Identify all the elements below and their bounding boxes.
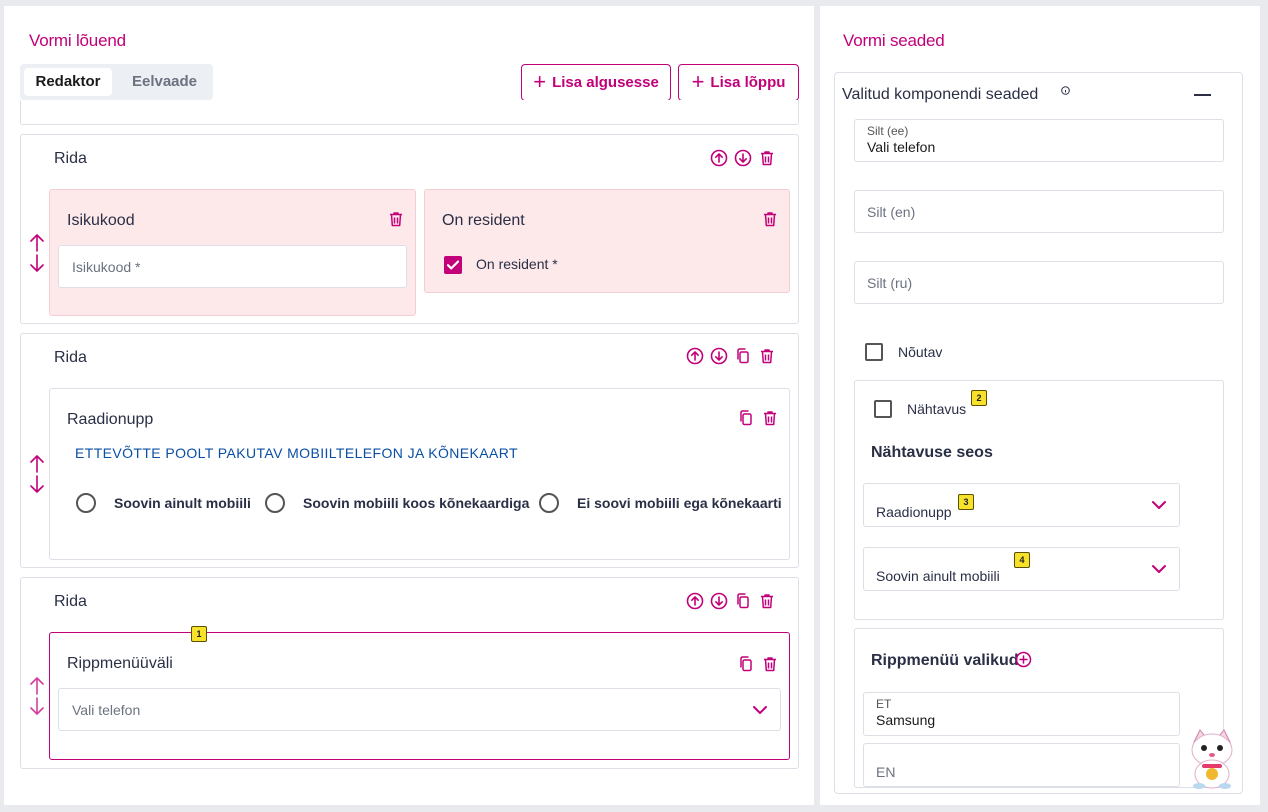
form-settings-panel: Vormi seaded Valitud komponendi seaded S… [820,6,1260,805]
visibility-component-select[interactable]: Raadionupp 3 [863,483,1180,527]
radio-option-label: Soovin ainult mobiili [114,495,251,511]
trash-icon[interactable] [761,210,779,228]
phone-dropdown[interactable]: Vali telefon [58,688,781,731]
drag-handle-icon[interactable] [28,676,46,716]
required-label: Nõutav [898,344,943,360]
label-en-field[interactable]: Silt (en) [854,190,1224,233]
arrow-down-circle-icon[interactable] [710,347,728,365]
chevron-down-icon [1151,564,1167,574]
checkbox-label: On resident * [476,256,558,272]
form-canvas-panel: Vormi lõuend Redaktor Eelvaade + Lisa al… [4,6,814,805]
trash-icon[interactable] [758,149,776,167]
field-label: ET [876,697,892,711]
collapse-icon[interactable] [1194,94,1211,96]
arrow-up-circle-icon[interactable] [710,149,728,167]
annotation-badge: 3 [958,494,974,510]
add-start-label: Lisa algusesse [552,74,659,91]
component-card-selected[interactable]: 1 Rippmenüüväli Vali telefon [49,626,790,760]
tab-preview[interactable]: Eelvaade [120,68,209,96]
row-card-partial [20,100,799,125]
add-start-button[interactable]: + Lisa algusesse [521,64,671,101]
tab-editor[interactable]: Redaktor [24,68,112,96]
chevron-down-icon [1151,500,1167,510]
editor-tabs: Redaktor Eelvaade [20,64,213,100]
radio-option[interactable] [76,493,96,513]
select-value: Raadionupp [876,504,952,520]
radio-option[interactable] [539,493,559,513]
field-label: Silt (ee) [867,124,909,138]
row-title: Rida [54,150,87,167]
copy-icon[interactable] [737,655,755,673]
panel-title: Vormi lõuend [29,31,126,50]
field-placeholder: Silt (ru) [867,275,913,291]
component-card[interactable]: Raadionupp ETTEVÕTTE POOLT PAKUTAV MOBII… [49,388,790,560]
field-placeholder: EN [876,764,896,780]
copy-icon[interactable] [734,347,752,365]
trash-icon[interactable] [761,655,779,673]
trash-icon[interactable] [387,210,405,228]
visibility-box: Nähtavus 2 Nähtavuse seos Raadionupp 3 S… [854,380,1224,620]
radio-option-label: Soovin mobiili koos kõnekaardiga [303,495,530,511]
add-end-label: Lisa lõppu [710,74,786,91]
option-et-field[interactable]: ET Samsung [863,692,1180,736]
annotation-badge: 2 [971,390,987,406]
visibility-relation-title: Nähtavuse seos [871,444,993,461]
arrow-down-circle-icon[interactable] [734,149,752,167]
radio-option-label: Ei soovi mobiili ega kõnekaarti [577,495,782,511]
resident-checkbox[interactable] [444,256,462,274]
panel-title: Vormi seaded [843,31,945,50]
copy-icon[interactable] [734,592,752,610]
copy-icon[interactable] [737,409,755,427]
select-value: Soovin ainult mobiili [876,568,1000,584]
arrow-up-circle-icon[interactable] [686,592,704,610]
plus-icon: + [691,68,705,94]
chevron-down-icon [752,705,768,715]
label-ru-field[interactable]: Silt (ru) [854,261,1224,304]
component-title: On resident [442,212,525,229]
field-value: Samsung [876,712,936,728]
dropdown-placeholder: Vali telefon [72,701,141,718]
plus-icon: + [533,68,547,94]
visibility-value-select[interactable]: Soovin ainult mobiili 4 [863,547,1180,591]
field-value: Vali telefon [867,139,936,155]
annotation-badge: 4 [1014,552,1030,568]
radio-group-heading: ETTEVÕTTE POOLT PAKUTAV MOBIILTELEFON JA… [75,445,518,461]
mascot-cat-icon[interactable] [1186,728,1238,790]
row-title: Rida [54,349,87,366]
field-placeholder: Silt (en) [867,204,916,220]
info-icon[interactable] [1061,82,1070,95]
row-card[interactable]: Rida 1 Rippmenüüväli Vali telefon [20,577,799,769]
drag-handle-icon[interactable] [28,454,46,494]
visibility-checkbox[interactable] [874,400,892,418]
drag-handle-icon[interactable] [28,233,46,273]
personal-code-input[interactable]: Isikukood * [58,245,407,288]
component-title: Isikukood [67,212,135,229]
row-card[interactable]: Rida Isikukood Isikukood * On resident O… [20,134,799,324]
row-card[interactable]: Rida Raadionupp ETTEVÕTTE POOLT PAKUTAV … [20,333,799,568]
annotation-badge: 1 [191,626,207,642]
label-ee-field[interactable]: Silt (ee) Vali telefon [854,119,1224,162]
dropdown-options-box: Rippmenüü valikud ET Samsung EN [854,628,1224,788]
component-card[interactable]: On resident On resident * [424,189,790,293]
component-title: Raadionupp [67,411,154,428]
arrow-up-circle-icon[interactable] [686,347,704,365]
row-title: Rida [54,593,87,610]
arrow-down-circle-icon[interactable] [710,592,728,610]
dropdown-options-title: Rippmenüü valikud [871,652,1019,669]
settings-section-title: Valitud komponendi seaded [842,86,1039,103]
visibility-label: Nähtavus [907,401,967,417]
option-en-field[interactable]: EN [863,743,1180,787]
add-option-icon[interactable] [1015,651,1032,668]
add-end-button[interactable]: + Lisa lõppu [678,64,799,101]
trash-icon[interactable] [758,347,776,365]
trash-icon[interactable] [761,409,779,427]
component-title: Rippmenüüväli [67,655,173,672]
form-canvas-scroll[interactable]: Rida Isikukood Isikukood * On resident O… [4,100,814,776]
radio-option[interactable] [265,493,285,513]
trash-icon[interactable] [758,592,776,610]
component-card[interactable]: Isikukood Isikukood * [49,189,416,316]
required-checkbox[interactable] [865,343,883,361]
